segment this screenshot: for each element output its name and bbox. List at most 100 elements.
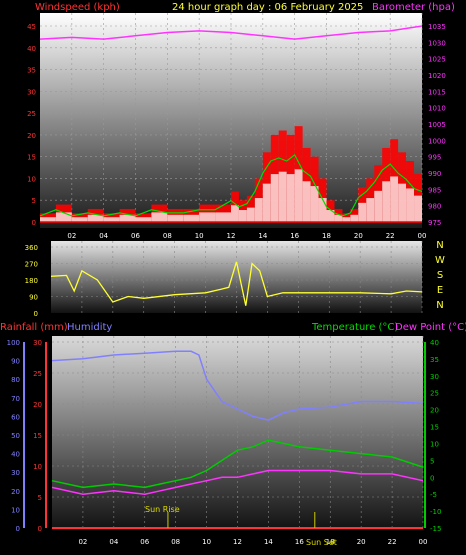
wind-axis-tick: 25 [27, 110, 36, 118]
temperature-label: Temperature (°C) [311, 322, 398, 333]
rain-axis-tick: 10 [33, 463, 42, 471]
rain-axis-tick: 5 [38, 494, 42, 502]
temperature-axis-tick: 5 [430, 457, 434, 465]
x-axis-tick: 16 [295, 538, 304, 546]
temperature-axis-tick: -15 [430, 525, 441, 533]
gust-bar [318, 198, 327, 222]
direction-axis-tick: 270 [25, 261, 38, 269]
temperature-axis-tick: 40 [430, 339, 439, 347]
x-axis-tick: 04 [99, 232, 108, 240]
weather-graph: Windspeed (kph) 24 hour graph day : 06 F… [0, 2, 466, 547]
compass-label: S [437, 270, 443, 281]
barometer-axis-tick: 1020 [428, 72, 446, 80]
humidity-axis-tick: 10 [11, 506, 20, 514]
x-axis-tick: 06 [140, 538, 149, 546]
graph-date-title: 24 hour graph day : 06 February 2025 [172, 2, 363, 13]
temperature-axis-tick: 10 [430, 440, 439, 448]
rain-axis-tick: 30 [33, 339, 42, 347]
gust-bar [382, 181, 391, 222]
humidity-axis-tick: 70 [11, 395, 20, 403]
x-axis-tick: 22 [386, 232, 395, 240]
barometer-title: Barometer (hpa) [372, 2, 455, 13]
gust-bar [167, 214, 184, 222]
x-axis-tick: 14 [258, 232, 267, 240]
x-axis-tick: 04 [109, 538, 118, 546]
gust-bar [406, 188, 415, 222]
humidity-axis-tick: 100 [7, 339, 20, 347]
gust-bar [238, 210, 247, 222]
humidity-label: Humidity [67, 322, 112, 333]
direction-axis-tick: 180 [25, 277, 38, 285]
rain-axis-tick: 20 [33, 401, 42, 409]
gust-bar [286, 174, 295, 222]
compass-label: N [436, 240, 443, 251]
direction-axis-tick: 360 [25, 244, 38, 252]
gust-bar [55, 212, 72, 222]
x-axis-tick: 02 [78, 538, 87, 546]
gust-bar [366, 198, 375, 222]
x-axis-tick: 06 [131, 232, 140, 240]
temperature-axis-tick: -5 [430, 491, 437, 499]
wind-axis-tick: 30 [27, 88, 36, 96]
dew-point-label: Dew Point (°C) [395, 322, 466, 333]
wind-axis-tick: 15 [27, 154, 36, 162]
compass-label: N [436, 300, 443, 311]
direction-axis-tick: 0 [34, 310, 38, 318]
direction-axis-tick: 90 [29, 294, 38, 302]
wind-axis-tick: 20 [27, 132, 36, 140]
x-axis-tick: 10 [195, 232, 204, 240]
gust-bar [302, 181, 311, 222]
gust-bar [262, 183, 271, 222]
wind-axis-tick: 40 [27, 45, 36, 53]
x-axis-tick: 20 [357, 538, 366, 546]
barometer-axis-tick: 985 [428, 186, 441, 194]
rain-axis-tick: 15 [33, 432, 42, 440]
temperature-axis-tick: 20 [430, 407, 439, 415]
sunrise-label: Sun Rise [145, 505, 180, 514]
wind-axis-tick: 45 [27, 23, 36, 31]
x-axis-tick: 22 [388, 538, 397, 546]
humidity-axis-tick: 90 [11, 358, 20, 366]
humidity-axis-tick: 40 [11, 451, 20, 459]
gust-bar [390, 176, 399, 222]
gust-bar [374, 190, 383, 222]
temperature-axis-tick: -10 [430, 508, 441, 516]
x-axis-tick: 10 [202, 538, 211, 546]
gust-bar [270, 174, 279, 222]
wind-axis-tick: 0 [32, 219, 36, 227]
x-axis-tick: 16 [290, 232, 299, 240]
temperature-axis-tick: 30 [430, 373, 439, 381]
temperature-axis-tick: 25 [430, 390, 439, 398]
humidity-axis-tick: 60 [11, 413, 20, 421]
gust-bar [199, 212, 216, 222]
gust-bar [151, 212, 168, 222]
temperature-axis-tick: 15 [430, 424, 439, 432]
sunset-label: Sun Set [306, 538, 337, 547]
gust-bar [350, 214, 359, 222]
windspeed-title: Windspeed (kph) [35, 2, 120, 13]
gust-bar [183, 214, 200, 222]
temperature-axis-tick: 35 [430, 356, 439, 364]
x-axis-tick: 08 [171, 538, 180, 546]
x-axis-tick: 14 [264, 538, 273, 546]
barometer-axis-tick: 990 [428, 170, 441, 178]
barometer-axis-tick: 980 [428, 203, 441, 211]
humidity-axis-tick: 80 [11, 376, 20, 384]
wind-axis-tick: 10 [27, 175, 36, 183]
gust-bar [278, 171, 287, 222]
x-axis-tick: 00 [419, 538, 428, 546]
gust-bar [246, 207, 255, 222]
barometer-axis-tick: 1015 [428, 88, 446, 96]
gust-bar [215, 212, 231, 222]
compass-label: W [435, 255, 445, 266]
x-axis-tick: 00 [418, 232, 427, 240]
humidity-axis-tick: 50 [11, 432, 20, 440]
gust-bar [254, 198, 263, 222]
humidity-axis-tick: 0 [16, 525, 20, 533]
compass-label: E [437, 285, 443, 296]
temperature-axis-tick: 0 [430, 474, 434, 482]
barometer-axis-tick: 1000 [428, 137, 446, 145]
wind-axis-tick: 35 [27, 67, 36, 75]
barometer-axis-tick: 995 [428, 154, 441, 162]
gust-bar [398, 183, 407, 222]
